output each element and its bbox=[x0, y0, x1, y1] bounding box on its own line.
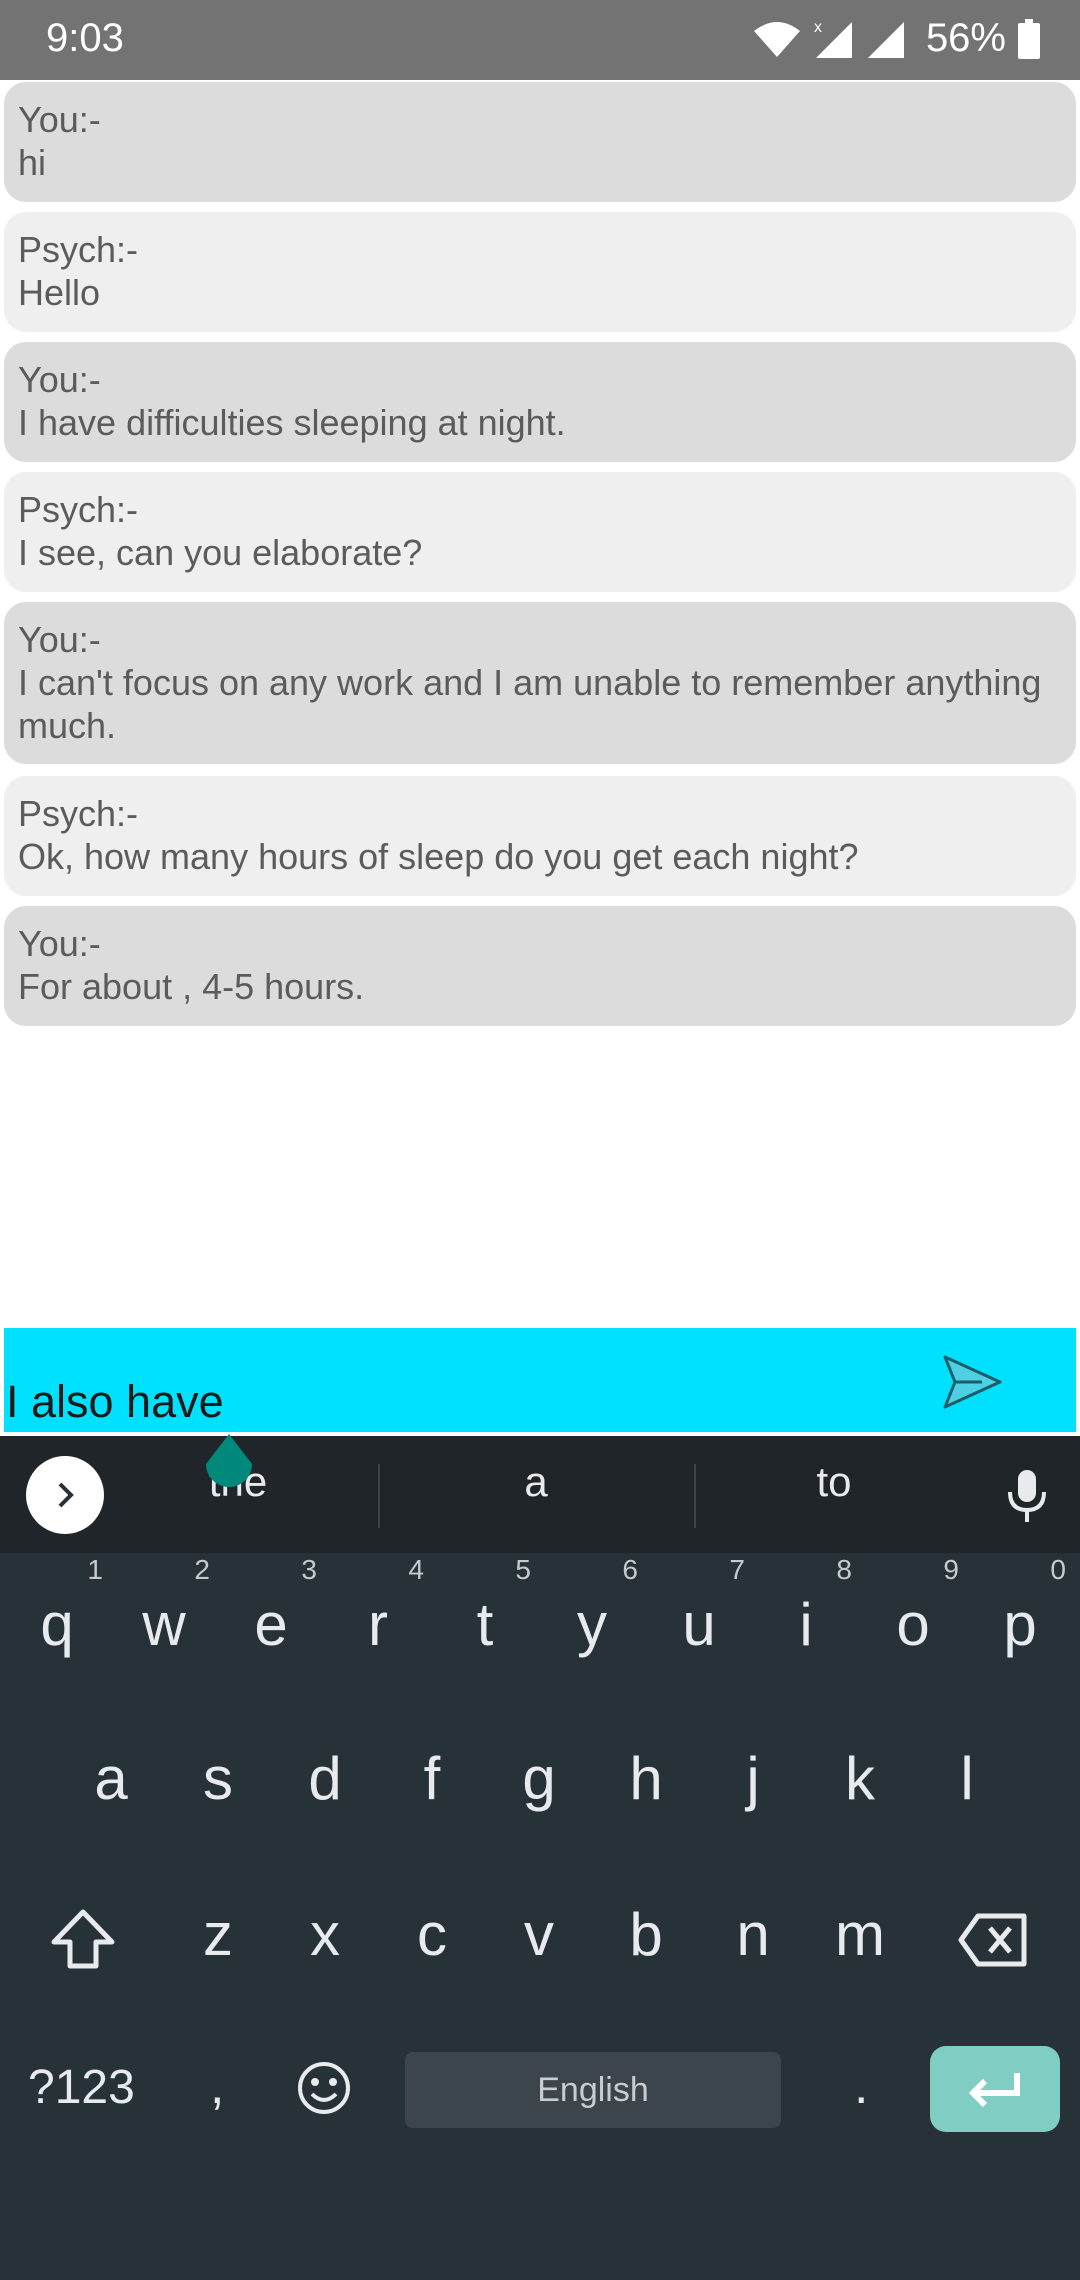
key-j[interactable]: j bbox=[703, 1744, 803, 1813]
key-t[interactable]: t5 bbox=[435, 1554, 535, 1659]
message-bubble: Psych:- Hello bbox=[4, 212, 1076, 332]
key-l[interactable]: l bbox=[917, 1744, 1017, 1813]
enter-icon bbox=[968, 2073, 1020, 2108]
status-bar: 9:03 x 56% bbox=[0, 0, 1080, 80]
key-r[interactable]: r4 bbox=[328, 1554, 428, 1659]
message-text: I see, can you elaborate? bbox=[18, 532, 423, 573]
shift-key[interactable] bbox=[50, 1908, 116, 1975]
key-y[interactable]: y6 bbox=[542, 1554, 642, 1659]
symbols-key[interactable]: ?123 bbox=[28, 2060, 135, 2115]
message-input[interactable]: I also have bbox=[6, 1376, 224, 1428]
key-o[interactable]: o9 bbox=[863, 1554, 963, 1659]
message-bubble: Psych:- Ok, how many hours of sleep do y… bbox=[4, 776, 1076, 896]
message-text: Hello bbox=[18, 272, 101, 313]
key-e[interactable]: e3 bbox=[221, 1554, 321, 1659]
message-sender: You:- bbox=[18, 359, 101, 400]
key-x[interactable]: x bbox=[275, 1900, 375, 1969]
key-u[interactable]: u7 bbox=[649, 1554, 749, 1659]
message-bubble: You:- I can't focus on any work and I am… bbox=[4, 602, 1076, 764]
backspace-key[interactable] bbox=[958, 1912, 1028, 1973]
send-button[interactable] bbox=[942, 1354, 1004, 1410]
message-sender: Psych:- bbox=[18, 793, 139, 834]
key-c[interactable]: c bbox=[382, 1900, 482, 1969]
comma-key[interactable]: , bbox=[210, 2056, 224, 2116]
key-k[interactable]: k bbox=[810, 1744, 910, 1813]
message-text: Ok, how many hours of sleep do you get e… bbox=[18, 836, 859, 877]
key-i[interactable]: i8 bbox=[756, 1554, 856, 1659]
message-text: I can't focus on any work and I am unabl… bbox=[18, 662, 1042, 746]
chevron-right-icon bbox=[58, 1482, 74, 1508]
message-sender: You:- bbox=[18, 99, 101, 140]
key-w[interactable]: w2 bbox=[114, 1554, 214, 1659]
message-text: I have difficulties sleeping at night. bbox=[18, 402, 566, 443]
message-bubble: Psych:- I see, can you elaborate? bbox=[4, 472, 1076, 592]
shift-icon bbox=[51, 1909, 115, 1969]
key-q[interactable]: q1 bbox=[7, 1554, 107, 1659]
key-z[interactable]: z bbox=[168, 1900, 268, 1969]
key-s[interactable]: s bbox=[168, 1744, 268, 1813]
status-icons: x 56% bbox=[752, 16, 1040, 61]
text-cursor-handle[interactable] bbox=[202, 1432, 256, 1492]
key-h[interactable]: h bbox=[596, 1744, 696, 1813]
key-a[interactable]: a bbox=[61, 1744, 161, 1813]
suggestion-bar: the a to bbox=[0, 1436, 1080, 1553]
message-sender: Psych:- bbox=[18, 489, 139, 530]
key-d[interactable]: d bbox=[275, 1744, 375, 1813]
message-bubble: You:- hi bbox=[4, 82, 1076, 202]
key-m[interactable]: m bbox=[810, 1900, 910, 1969]
signal-icon bbox=[866, 18, 906, 60]
message-sender: You:- bbox=[18, 923, 101, 964]
emoji-key[interactable] bbox=[296, 2060, 352, 2121]
key-b[interactable]: b bbox=[596, 1900, 696, 1969]
message-text: hi bbox=[18, 142, 47, 183]
wifi-icon bbox=[752, 19, 802, 59]
suggestion-3[interactable]: to bbox=[684, 1458, 984, 1506]
message-bubble: You:- I have difficulties sleeping at ni… bbox=[4, 342, 1076, 462]
chat-screen: 9:03 x 56% You:- hi Psych:- Hello You:- … bbox=[0, 0, 1080, 2280]
key-p[interactable]: p0 bbox=[970, 1554, 1070, 1659]
keyboard: the a to bbox=[0, 1436, 1080, 2280]
key-f[interactable]: f bbox=[382, 1744, 482, 1813]
svg-text:x: x bbox=[814, 19, 822, 36]
signal-x-icon: x bbox=[814, 18, 854, 60]
message-sender: You:- bbox=[18, 619, 101, 660]
key-n[interactable]: n bbox=[703, 1900, 803, 1969]
key-v[interactable]: v bbox=[489, 1900, 589, 1969]
mic-icon[interactable] bbox=[1004, 1468, 1050, 1529]
key-g[interactable]: g bbox=[489, 1744, 589, 1813]
enter-key[interactable] bbox=[930, 2046, 1060, 2132]
space-key[interactable]: English bbox=[405, 2052, 781, 2128]
period-key[interactable]: . bbox=[854, 2056, 868, 2116]
message-sender: Psych:- bbox=[18, 229, 139, 270]
backspace-icon bbox=[958, 1913, 1027, 1967]
suggestion-divider bbox=[378, 1464, 380, 1528]
message-input-bar: I also have bbox=[2, 1326, 1078, 1434]
message-text: For about , 4-5 hours. bbox=[18, 966, 365, 1007]
send-icon bbox=[943, 1355, 1002, 1409]
battery-percent: 56% bbox=[925, 16, 1006, 60]
status-time: 9:03 bbox=[46, 16, 124, 60]
emoji-icon bbox=[298, 2062, 350, 2114]
battery-icon bbox=[1018, 18, 1040, 59]
suggestion-2[interactable]: a bbox=[386, 1458, 686, 1506]
message-bubble: You:- For about , 4-5 hours. bbox=[4, 906, 1076, 1026]
